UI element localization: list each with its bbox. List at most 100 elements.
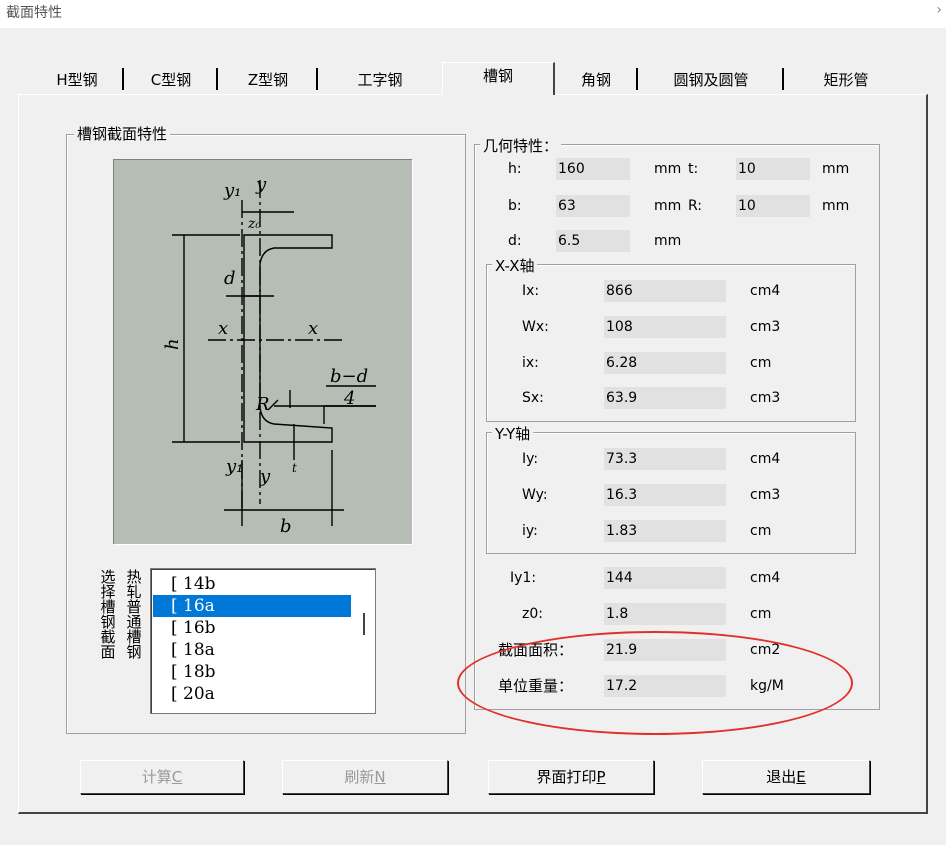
tab-angle[interactable]: 角钢 [556,66,636,94]
exit-button-text: 退出 [766,768,797,786]
xx-title: X-X轴 [492,257,538,275]
hot-rolled-label: 热轧普通槽钢 [126,568,142,661]
refresh-button[interactable]: 刷新N [282,760,448,794]
sx-unit: cm3 [750,390,781,406]
r-unit: mm [822,198,850,214]
iy1-value: 144 [604,567,726,589]
d-value: 6.5 [556,230,630,252]
list-item-selected[interactable]: [ 16a [153,595,351,617]
window-title: 截面特性 [6,5,62,21]
r-value: 10 [736,195,810,217]
tab-separator [782,68,784,90]
b-unit: mm [654,198,682,214]
d-label: d [224,268,236,289]
x-left-label: x [218,318,228,339]
unit-weight-value: 17.2 [604,675,726,697]
r-label: R [255,394,270,415]
iy-inertia-value: 73.3 [604,448,726,470]
list-item[interactable]: [ 14b [153,573,351,595]
tab-rect-tube[interactable]: 矩形管 [786,66,906,94]
wy-value: 16.3 [604,484,726,506]
tab-separator [636,68,638,90]
ix-radius-unit: cm [750,355,772,371]
area-label: 截面面积： [498,641,574,659]
wx-value: 108 [604,316,726,338]
tab-separator [216,68,218,90]
iy-radius-value: 1.83 [604,520,726,542]
r-label: R: [688,198,703,214]
ix-inertia-label: Ix: [522,283,540,299]
tab-separator [316,68,318,90]
t-label: t [292,461,297,475]
h-unit: mm [654,161,682,177]
tab-i-beam[interactable]: 工字钢 [320,66,440,94]
list-item[interactable]: [ 18b [153,661,351,683]
z0-value: 1.8 [604,603,726,625]
bd-denominator: 4 [343,388,355,409]
yy-title: Y-Y轴 [492,425,534,443]
h-label: h [162,338,183,350]
iy1-label: Iy1: [510,570,537,586]
bd-numerator: b−d [330,366,368,387]
channel-diagram-svg: y₁ y z₀ d x x h b−d 4 R y₁ y t b [162,174,376,537]
tab-separator [122,68,124,90]
iy1-unit: cm4 [750,570,781,586]
z0-label: z0: [522,606,543,622]
t-label: t: [688,161,699,177]
iy-radius-label: iy: [522,523,538,539]
iy-inertia-label: Iy: [522,451,539,467]
steel-listbox[interactable]: [ 14b [ 16a [ 16b [ 18a [ 18b [ 20a [150,568,376,714]
close-icon[interactable]: › [936,2,942,18]
iy-inertia-unit: cm4 [750,451,781,467]
tab-strip: H型钢 C型钢 Z型钢 工字钢 槽钢 角钢 圆钢及圆管 矩形管 [22,62,930,96]
x-right-label: x [308,318,318,339]
wx-label: Wx: [522,319,549,335]
list-item[interactable]: [ 18a [153,639,351,661]
exit-button[interactable]: 退出E [702,760,870,794]
wx-unit: cm3 [750,319,781,335]
area-unit: cm2 [750,642,781,658]
y-bottom-label: y [259,466,271,487]
wy-unit: cm3 [750,487,781,503]
list-item[interactable]: [ 20a [153,683,351,705]
print-button-key: P [596,768,606,786]
section-groupbox-title: 槽钢截面特性 [74,125,171,143]
z0-label: z₀ [247,216,261,232]
ix-inertia-unit: cm4 [750,283,781,299]
d-unit: mm [654,233,682,249]
y1-top-label: y₁ [223,180,241,201]
z0-unit: cm [750,606,772,622]
channel-diagram: y₁ y z₀ d x x h b−d 4 R y₁ y t b [114,160,413,545]
tab-z-steel[interactable]: Z型钢 [220,66,316,94]
b-label: b [280,516,292,537]
b-value: 63 [556,195,630,217]
sx-value: 63.9 [604,387,726,409]
refresh-button-key: N [374,768,386,786]
unit-weight-unit: kg/M [750,678,784,694]
iy-radius-unit: cm [750,523,772,539]
t-value: 10 [736,158,810,180]
list-item[interactable]: [ 16b [153,617,351,639]
calc-button[interactable]: 计算C [80,760,244,794]
title-bar: 截面特性 › [0,0,946,28]
print-button[interactable]: 界面打印P [488,760,654,794]
print-button-text: 界面打印 [536,768,597,786]
unit-weight-label: 单位重量： [498,677,574,695]
geometry-groupbox [474,144,880,710]
d-label: d: [508,233,522,249]
tab-round[interactable]: 圆钢及圆管 [640,66,782,94]
exit-button-key: E [796,768,806,786]
tab-h-steel[interactable]: H型钢 [32,66,122,94]
tab-channel[interactable]: 槽钢 [442,62,555,95]
scrollbar-thumb[interactable] [363,613,365,635]
calc-button-key: C [171,768,183,786]
ix-inertia-value: 866 [604,280,726,302]
calc-button-text: 计算 [141,768,172,786]
ix-radius-value: 6.28 [604,352,726,374]
area-value: 21.9 [604,639,726,661]
ix-radius-label: ix: [522,355,539,371]
select-channel-label: 选择槽钢截面 [100,568,116,661]
h-label: h: [508,161,522,177]
geometry-title: 几何特性： [480,137,562,155]
tab-c-steel[interactable]: C型钢 [126,66,216,94]
